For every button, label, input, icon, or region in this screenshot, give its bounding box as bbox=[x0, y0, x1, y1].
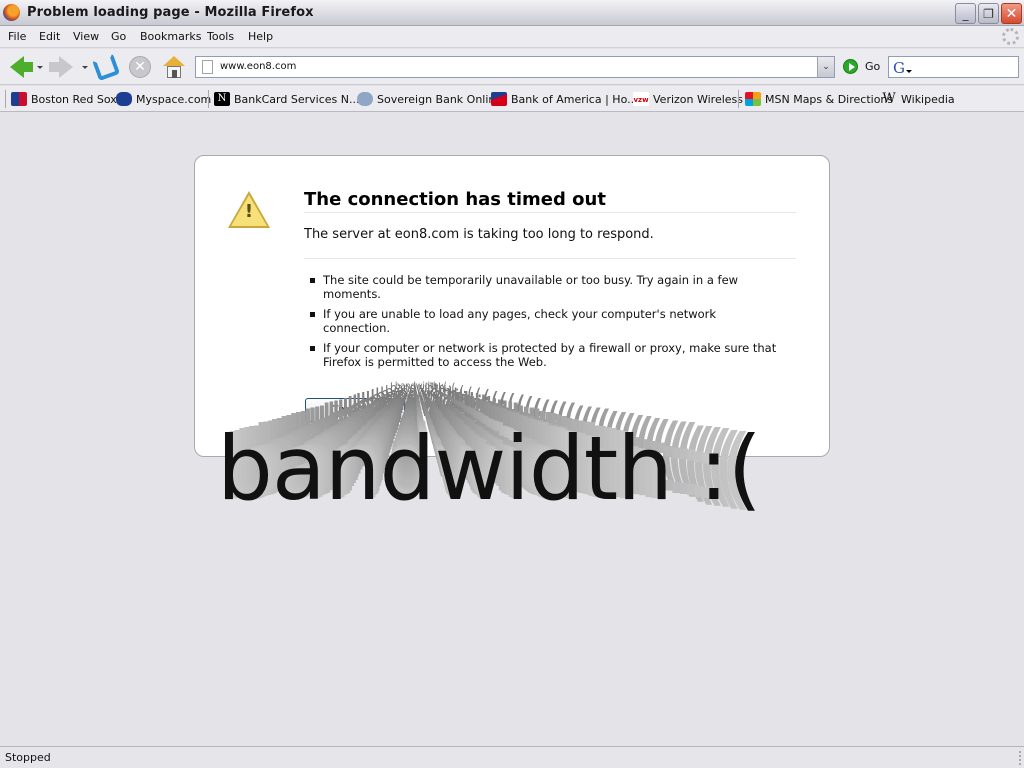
error-title: The connection has timed out bbox=[304, 189, 606, 210]
bookmark-label: MSN Maps & Directions bbox=[765, 92, 894, 106]
browser-window: Problem loading page - Mozilla Firefox _… bbox=[0, 0, 1024, 768]
forward-history-dropdown[interactable] bbox=[82, 66, 88, 69]
menu-bookmarks[interactable]: Bookmarks bbox=[140, 30, 201, 43]
bookmarks-toolbar: Boston Red Sox Myspace.com N BankCard Se… bbox=[0, 86, 1024, 112]
home-button[interactable] bbox=[161, 54, 187, 80]
suggestion-item: If your computer or network is protected… bbox=[307, 341, 777, 369]
divider bbox=[304, 258, 796, 259]
search-input[interactable]: G bbox=[888, 56, 1019, 78]
bookmark-sovereign-bank[interactable]: Sovereign Bank Online bbox=[357, 92, 502, 106]
toolbar-separator bbox=[738, 90, 739, 108]
bookmark-bank-of-america[interactable]: Bank of America | Ho... bbox=[491, 92, 638, 106]
vzw-icon: vzw bbox=[633, 92, 649, 106]
bookmark-verizon-wireless[interactable]: vzw Verizon Wireless bbox=[633, 92, 743, 106]
bookmark-msn-maps[interactable]: MSN Maps & Directions bbox=[745, 92, 893, 106]
url-text[interactable]: www.eon8.com bbox=[220, 61, 296, 72]
minimize-icon: _ bbox=[962, 6, 969, 21]
speech-bubble-icon bbox=[357, 92, 373, 106]
stop-icon: ✕ bbox=[129, 56, 151, 78]
page-icon bbox=[202, 60, 213, 74]
wikipedia-w-icon: W bbox=[882, 91, 896, 106]
menu-view[interactable]: View bbox=[73, 30, 99, 43]
forward-button[interactable] bbox=[48, 54, 74, 80]
suggestion-item: If you are unable to load any pages, che… bbox=[307, 307, 777, 335]
toolbar-separator bbox=[208, 90, 209, 108]
google-engine-icon[interactable]: G bbox=[893, 59, 905, 77]
throbber-icon bbox=[1002, 28, 1019, 45]
maximize-button[interactable]: ❐ bbox=[978, 3, 999, 24]
chevron-down-icon: ⌄ bbox=[822, 62, 830, 72]
back-history-dropdown[interactable] bbox=[37, 66, 43, 69]
msn-butterfly-icon bbox=[745, 92, 761, 106]
bookmark-label: Bank of America | Ho... bbox=[511, 92, 638, 106]
error-box: ! The connection has timed out The serve… bbox=[194, 155, 830, 457]
bookmark-label: Myspace.com bbox=[136, 92, 212, 106]
go-arrow-icon bbox=[843, 59, 858, 74]
bookmark-wikipedia[interactable]: W Wikipedia bbox=[881, 91, 955, 106]
go-label: Go bbox=[865, 60, 881, 73]
status-bar: Stopped bbox=[0, 746, 1024, 768]
forward-arrow-icon bbox=[49, 56, 73, 78]
menu-edit[interactable]: Edit bbox=[39, 30, 60, 43]
window-title: Problem loading page - Mozilla Firefox bbox=[27, 5, 314, 20]
page-content: ! The connection has timed out The serve… bbox=[0, 113, 1024, 746]
menu-go[interactable]: Go bbox=[111, 30, 126, 43]
bookmark-label: Boston Red Sox bbox=[31, 92, 117, 106]
status-text: Stopped bbox=[5, 751, 51, 764]
minimize-button[interactable]: _ bbox=[955, 3, 976, 24]
mlb-icon bbox=[11, 92, 27, 106]
menu-help[interactable]: Help bbox=[248, 30, 273, 43]
bookmark-label: Verizon Wireless bbox=[653, 92, 744, 106]
close-button[interactable]: ✕ bbox=[1001, 3, 1022, 24]
bookmark-label: BankCard Services N... bbox=[234, 92, 360, 106]
error-suggestions: The site could be temporarily unavailabl… bbox=[307, 273, 777, 375]
myspace-icon bbox=[116, 92, 132, 106]
stop-button[interactable]: ✕ bbox=[127, 54, 153, 80]
bookmark-label: Sovereign Bank Online bbox=[377, 92, 503, 106]
firefox-logo-icon bbox=[3, 4, 20, 21]
menu-file[interactable]: File bbox=[8, 30, 26, 43]
error-description: The server at eon8.com is taking too lon… bbox=[304, 227, 654, 242]
search-engine-dropdown-icon[interactable] bbox=[906, 70, 912, 73]
title-bar: Problem loading page - Mozilla Firefox _… bbox=[0, 0, 1024, 26]
reload-button[interactable] bbox=[91, 52, 121, 82]
menu-tools[interactable]: Tools bbox=[207, 30, 234, 43]
restore-icon: ❐ bbox=[983, 6, 994, 21]
toolbar-separator bbox=[5, 90, 6, 108]
go-button[interactable]: Go bbox=[843, 59, 880, 74]
close-icon: ✕ bbox=[1005, 5, 1018, 22]
bookmark-label: Wikipedia bbox=[901, 92, 955, 106]
bookmark-boston-red-sox[interactable]: Boston Red Sox bbox=[11, 92, 117, 106]
try-again-button[interactable]: Try Again bbox=[305, 398, 405, 422]
boa-flag-icon bbox=[491, 92, 507, 106]
bookmark-bankcard-services[interactable]: N BankCard Services N... bbox=[214, 92, 359, 106]
url-history-dropdown[interactable]: ⌄ bbox=[817, 57, 834, 77]
menu-bar: File Edit View Go Bookmarks Tools Help bbox=[0, 26, 1024, 48]
address-bar[interactable]: www.eon8.com ⌄ bbox=[195, 56, 835, 78]
suggestion-item: The site could be temporarily unavailabl… bbox=[307, 273, 777, 301]
back-button[interactable] bbox=[4, 54, 33, 80]
bookmark-myspace[interactable]: Myspace.com bbox=[116, 92, 211, 106]
n-icon: N bbox=[214, 92, 230, 106]
resize-grip[interactable] bbox=[1009, 751, 1021, 765]
reload-icon bbox=[91, 52, 121, 82]
warning-icon: ! bbox=[228, 191, 270, 229]
back-arrow-icon bbox=[10, 56, 33, 78]
divider bbox=[304, 212, 796, 213]
home-icon bbox=[163, 56, 185, 78]
